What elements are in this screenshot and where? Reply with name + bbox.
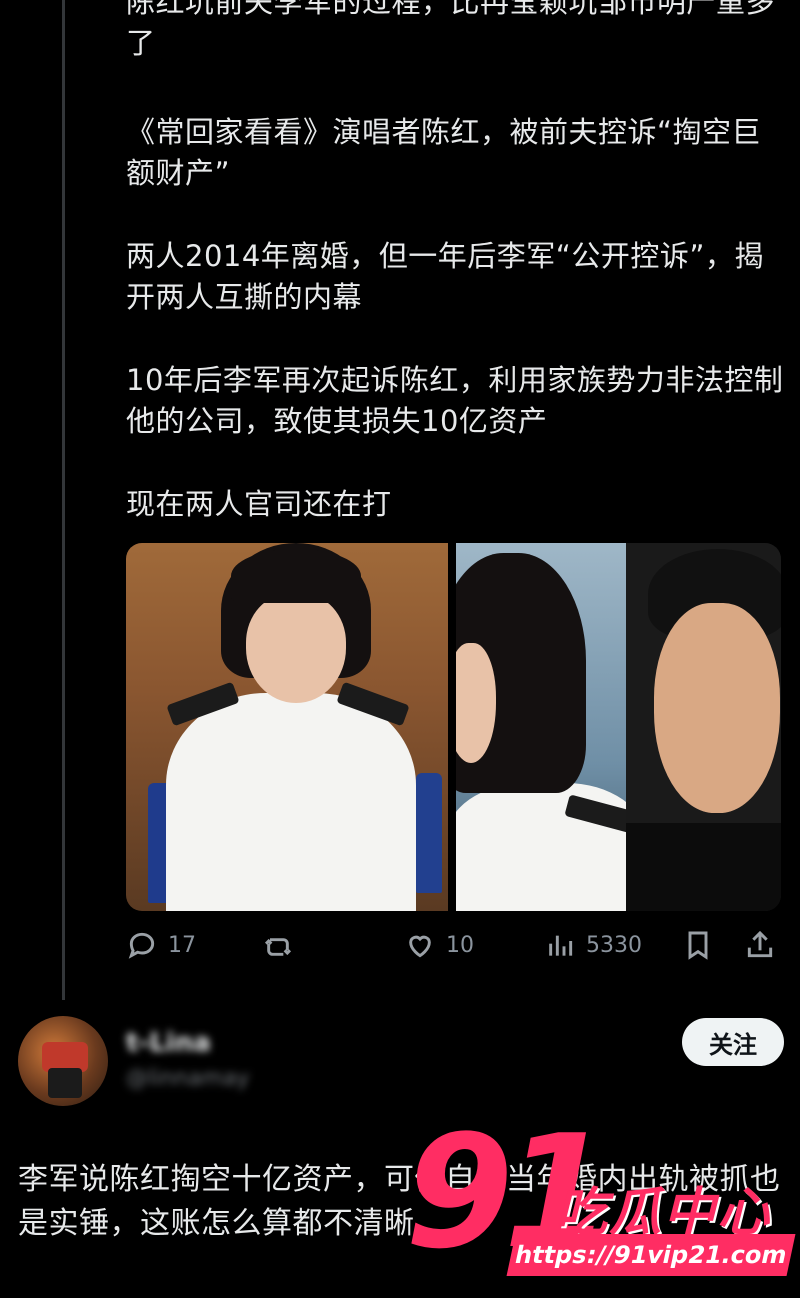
post-paragraph: 陈红坑前夫李军的过程，比冉莹颖坑邹市明严重多了 <box>126 0 776 60</box>
analytics-icon <box>549 935 573 956</box>
views-action[interactable]: 5330 <box>544 929 642 961</box>
avatar[interactable] <box>18 1016 108 1106</box>
post-paragraph: 两人2014年离婚，但一年后李军“公开控诉”，揭开两人互撕的内幕 <box>126 239 764 314</box>
reply-count: 17 <box>168 932 196 958</box>
post-image-right-man <box>626 543 781 911</box>
retweet-action[interactable] <box>262 929 304 961</box>
site-watermark: 91 吃瓜中心 https://91vip21.com <box>405 1114 800 1298</box>
author-handle[interactable]: @linnamay <box>126 1066 250 1091</box>
heart-icon <box>409 935 431 958</box>
retweet-icon <box>264 938 292 956</box>
post-paragraph: 10年后李军再次起诉陈红，利用家族势力非法控制他的公司，致使其损失10亿资产 <box>126 363 784 438</box>
post-paragraph: 《常回家看看》演唱者陈红，被前夫控诉“掏空巨额财产” <box>126 115 762 190</box>
watermark-url: https://91vip21.com <box>506 1234 796 1276</box>
post-image-right[interactable] <box>456 543 781 911</box>
reply-action[interactable]: 17 <box>126 929 196 961</box>
view-count: 5330 <box>586 932 642 958</box>
like-count: 10 <box>446 932 474 958</box>
post-paragraph: 现在两人官司还在打 <box>126 487 392 521</box>
post-action-bar: 17 10 5330 <box>126 925 781 969</box>
post-media-grid <box>126 543 781 911</box>
reply-author-row: t-Lina @linnamay 关注 <box>18 1016 784 1108</box>
bookmark-action[interactable] <box>682 929 714 961</box>
post-image-right-woman <box>456 543 626 911</box>
author-display-name[interactable]: t-Lina <box>126 1028 211 1058</box>
post-image-left[interactable] <box>126 543 448 911</box>
share-action[interactable] <box>744 929 776 961</box>
like-action[interactable]: 10 <box>404 929 474 961</box>
follow-button[interactable]: 关注 <box>682 1018 784 1066</box>
share-icon <box>747 930 773 958</box>
thread-connector-line <box>62 0 65 1000</box>
comment-icon <box>128 932 155 959</box>
bookmark-icon <box>688 931 708 960</box>
